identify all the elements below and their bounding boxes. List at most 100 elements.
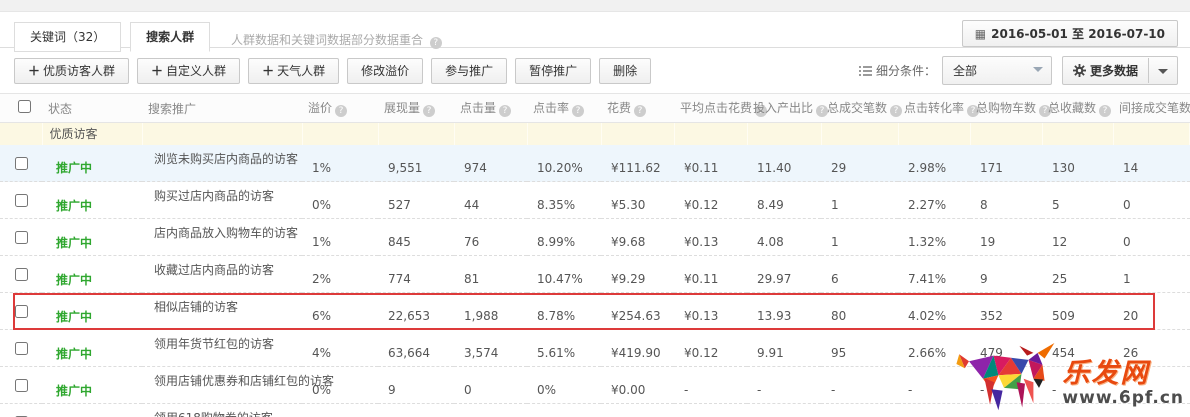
info-icon[interactable]: ? <box>890 105 902 117</box>
status-label: 推广中 <box>42 404 142 417</box>
metric-value: 76 <box>454 219 527 256</box>
metric-value: 6 <box>821 256 898 293</box>
watermark-url: www.6pf.cn <box>1062 387 1184 409</box>
chevron-down-icon <box>1033 67 1043 72</box>
tab-search-audience[interactable]: 搜索人群 <box>130 22 210 52</box>
row-checkbox[interactable] <box>15 194 28 207</box>
campaign-name[interactable]: 收藏过店内商品的访客 <box>142 256 302 293</box>
metric-value: ¥0.11 <box>674 145 747 182</box>
info-icon[interactable]: ? <box>335 105 347 117</box>
action-button[interactable]: 修改溢价 <box>347 58 423 84</box>
chevron-down-icon <box>1158 69 1168 74</box>
select-all-checkbox[interactable] <box>18 100 31 113</box>
metric-value: 974 <box>454 145 527 182</box>
column-header: 状态 <box>42 94 142 123</box>
campaign-name[interactable]: 领用年货节红包的访客 <box>142 330 302 367</box>
metric-value: 774 <box>378 256 454 293</box>
campaign-name[interactable]: 店内商品放入购物车的访客 <box>142 219 302 256</box>
metric-value: 10.20% <box>527 145 601 182</box>
plus-icon: ＋ <box>28 64 40 78</box>
add-audience-button[interactable]: ＋自定义人群 <box>137 58 240 84</box>
row-checkbox[interactable] <box>15 379 28 392</box>
metric-value: - <box>747 367 821 404</box>
date-range-button[interactable]: ▦2016-05-01 至 2016-07-10 <box>962 20 1178 47</box>
info-icon[interactable]: ? <box>499 105 511 117</box>
metric-value: 63,664 <box>378 330 454 367</box>
metric-value: ¥9.68 <box>601 219 674 256</box>
metric-value: 130 <box>1042 145 1113 182</box>
metric-value: 0 <box>1113 219 1190 256</box>
filter-select[interactable]: 全部 <box>942 56 1052 85</box>
metric-value: 13.09 <box>747 404 821 417</box>
row-checkbox[interactable] <box>15 157 28 170</box>
column-header: 点击率? <box>527 94 601 123</box>
campaign-name[interactable]: 购买过店内商品的访客 <box>142 182 302 219</box>
status-label: 推广中 <box>42 330 142 367</box>
metric-value: 95 <box>821 330 898 367</box>
metric-value: 14 <box>1113 145 1190 182</box>
add-audience-button[interactable]: ＋天气人群 <box>248 58 339 84</box>
row-checkbox[interactable] <box>15 305 28 318</box>
status-label: 推广中 <box>42 367 142 404</box>
more-data-expand[interactable] <box>1148 58 1177 83</box>
gear-icon <box>1073 64 1086 77</box>
metric-value: 3,574 <box>454 330 527 367</box>
metric-value: 1 <box>821 182 898 219</box>
metric-value: ¥0.11 <box>674 404 747 417</box>
metric-value: ¥43.15 <box>601 404 674 417</box>
checkbox-cell <box>0 256 42 293</box>
metric-value: 19 <box>970 219 1042 256</box>
metric-value: ¥9.29 <box>601 256 674 293</box>
metric-value: 5 <box>1042 182 1113 219</box>
filter-label: 细分条件： <box>859 62 936 79</box>
metric-value: 11.40 <box>747 145 821 182</box>
add-audience-button[interactable]: ＋优质访客人群 <box>14 58 129 84</box>
metric-value: 2% <box>302 404 378 417</box>
metric-value: 7.41% <box>898 256 970 293</box>
metric-value: ¥5.30 <box>601 182 674 219</box>
metric-value: 8 <box>970 182 1042 219</box>
column-header: 总购物车数? <box>970 94 1042 123</box>
column-header: 展现量? <box>378 94 454 123</box>
status-label: 推广中 <box>42 293 142 330</box>
action-button[interactable]: 参与推广 <box>431 58 507 84</box>
metric-value: 9 <box>970 256 1042 293</box>
info-icon[interactable]: ? <box>423 105 435 117</box>
watermark-site-name: 乐发网 <box>1062 360 1184 387</box>
metric-value: 9.91 <box>747 330 821 367</box>
metric-value: 1 <box>821 219 898 256</box>
info-icon[interactable]: ? <box>572 105 584 117</box>
row-checkbox[interactable] <box>15 342 28 355</box>
metric-value: 845 <box>378 219 454 256</box>
info-icon[interactable]: ? <box>1099 105 1111 117</box>
row-checkbox[interactable] <box>15 231 28 244</box>
campaign-name[interactable]: 领用618购物券的访客 <box>142 404 302 417</box>
metric-value: 13 <box>821 404 898 417</box>
group-header-row: 优质访客 <box>0 123 1190 145</box>
tab-keywords[interactable]: 关键词（32） <box>14 22 121 52</box>
checkbox-cell <box>0 330 42 367</box>
column-header: 花费? <box>601 94 674 123</box>
info-icon[interactable]: ? <box>430 37 442 49</box>
campaign-name[interactable]: 领用店铺优惠券和店铺红包的访客 <box>142 367 302 404</box>
metric-value: 5.60% <box>527 404 601 417</box>
metric-value: 80 <box>821 293 898 330</box>
action-button[interactable]: 删除 <box>599 58 651 84</box>
metric-value: ¥0.12 <box>674 182 747 219</box>
more-data-button[interactable]: 更多数据 <box>1062 56 1178 85</box>
metric-value: 44 <box>454 182 527 219</box>
metric-value: 0% <box>527 367 601 404</box>
table-row: 推广中相似店铺的访客6%22,6531,9888.78%¥254.63¥0.13… <box>0 293 1190 330</box>
metric-value: 2.98% <box>898 145 970 182</box>
metric-value: 29 <box>821 145 898 182</box>
metric-value: ¥0.00 <box>601 367 674 404</box>
row-checkbox[interactable] <box>15 268 28 281</box>
campaign-name[interactable]: 浏览未购买店内商品的访客 <box>142 145 302 182</box>
metric-value: 1% <box>302 145 378 182</box>
metric-value: ¥0.13 <box>674 219 747 256</box>
metric-value: 352 <box>970 293 1042 330</box>
campaign-name[interactable]: 相似店铺的访客 <box>142 293 302 330</box>
action-button[interactable]: 暂停推广 <box>515 58 591 84</box>
metric-value: 10.47% <box>527 256 601 293</box>
info-icon[interactable]: ? <box>634 105 646 117</box>
